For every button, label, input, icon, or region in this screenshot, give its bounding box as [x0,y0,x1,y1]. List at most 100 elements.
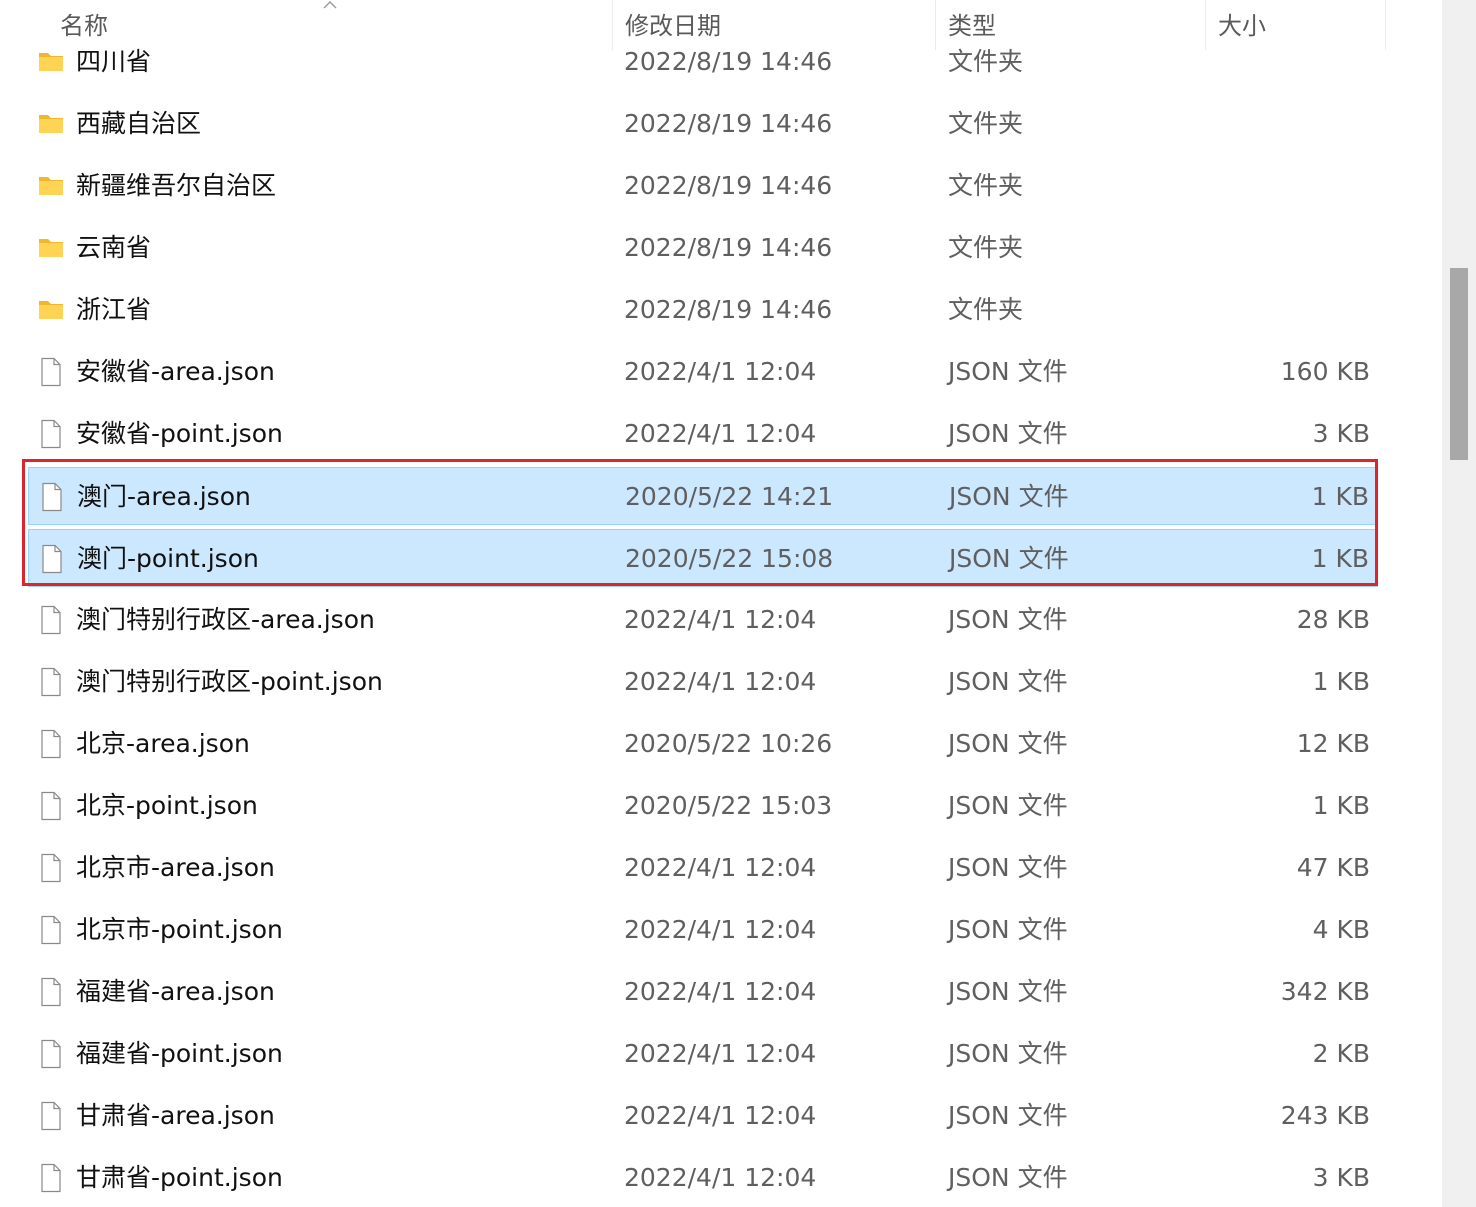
file-date: 2022/4/1 12:04 [624,419,817,448]
file-date: 2022/8/19 14:46 [624,295,833,324]
column-header-type[interactable]: 类型 [935,0,1205,50]
file-date: 2022/4/1 12:04 [624,1039,817,1068]
column-header-date[interactable]: 修改日期 [612,0,935,50]
file-row[interactable]: 北京市-point.json 2022/4/1 12:04 JSON 文件 4 KB [28,901,1378,959]
file-size: 3 KB [1312,419,1370,448]
file-name: 福建省-area.json [76,977,275,1006]
file-row[interactable]: 北京市-area.json 2022/4/1 12:04 JSON 文件 47 KB [28,839,1378,897]
file-size: 28 KB [1296,605,1370,634]
file-row[interactable]: 澳门-point.json 2020/5/22 15:08 JSON 文件 1 KB [28,529,1378,587]
file-date: 2020/5/22 15:08 [625,544,834,573]
file-name: 云南省 [76,233,152,262]
file-row[interactable]: 北京-point.json 2020/5/22 15:03 JSON 文件 1 KB [28,777,1378,835]
file-type: JSON 文件 [948,729,1068,758]
folder-row[interactable]: 新疆维吾尔自治区 2022/8/19 14:46 文件夹 [28,157,1378,215]
file-date: 2022/8/19 14:46 [624,233,833,262]
folder-icon [39,239,63,257]
column-header: 名称 修改日期 类型 大小 [0,0,1386,50]
file-type: JSON 文件 [948,1101,1068,1130]
folder-icon [39,115,63,133]
folder-icon [39,177,63,195]
file-date: 2022/4/1 12:04 [624,1101,817,1130]
file-size: 12 KB [1296,729,1370,758]
file-name: 福建省-point.json [76,1039,283,1068]
file-type: JSON 文件 [949,482,1069,511]
file-date: 2022/4/1 12:04 [624,915,817,944]
sort-ascending-icon [323,1,337,9]
file-size: 160 KB [1280,357,1370,386]
folder-icon [39,301,63,319]
file-type: 文件夹 [948,109,1024,138]
file-name: 安徽省-area.json [76,357,275,386]
scrollbar-thumb[interactable] [1450,268,1468,460]
file-type: JSON 文件 [948,853,1068,882]
file-size: 1 KB [1311,482,1369,511]
file-name: 新疆维吾尔自治区 [76,171,277,200]
file-type: JSON 文件 [948,667,1068,696]
file-icon [41,1101,61,1131]
file-size: 1 KB [1312,791,1370,820]
file-type: 文件夹 [948,295,1024,324]
file-icon [41,729,61,759]
file-date: 2022/4/1 12:04 [624,605,817,634]
file-type: JSON 文件 [948,357,1068,386]
file-row[interactable]: 福建省-point.json 2022/4/1 12:04 JSON 文件 2 KB [28,1025,1378,1083]
file-name: 甘肃省-area.json [76,1101,275,1130]
file-name: 北京-point.json [76,791,258,820]
file-name: 北京市-area.json [76,853,275,882]
file-icon [41,357,61,387]
file-icon [41,419,61,449]
file-type: 文件夹 [948,233,1024,262]
file-size: 3 KB [1312,1163,1370,1192]
file-icon [41,667,61,697]
file-size: 47 KB [1296,853,1370,882]
file-name: 安徽省-point.json [76,419,283,448]
file-row[interactable]: 甘肃省-area.json 2022/4/1 12:04 JSON 文件 243 KB [28,1087,1378,1145]
file-type: JSON 文件 [948,1039,1068,1068]
file-row[interactable]: 福建省-area.json 2022/4/1 12:04 JSON 文件 342 KB [28,963,1378,1021]
vertical-scrollbar[interactable] [1442,0,1476,1207]
file-name: 北京市-point.json [76,915,283,944]
file-type: JSON 文件 [948,1163,1068,1192]
file-name: 浙江省 [76,295,152,324]
file-date: 2022/4/1 12:04 [624,853,817,882]
file-date: 2022/8/19 14:46 [624,171,833,200]
file-row[interactable]: 北京-area.json 2020/5/22 10:26 JSON 文件 12 KB [28,715,1378,773]
file-date: 2022/8/19 14:46 [624,109,833,138]
file-size: 243 KB [1280,1101,1370,1130]
file-icon [41,791,61,821]
file-size: 1 KB [1311,544,1369,573]
folder-row[interactable]: 浙江省 2022/8/19 14:46 文件夹 [28,281,1378,339]
file-date: 2020/5/22 10:26 [624,729,833,758]
file-type: JSON 文件 [948,419,1068,448]
column-header-size[interactable]: 大小 [1205,0,1386,50]
file-icon [41,915,61,945]
file-icon [41,977,61,1007]
file-size: 342 KB [1280,977,1370,1006]
file-list: 四川省 2022/8/19 14:46 文件夹 西藏自治区 2022/8/19 14:4… [0,0,1442,1207]
folder-icon [39,53,63,71]
file-date: 2020/5/22 15:03 [624,791,833,820]
file-row[interactable]: 澳门-area.json 2020/5/22 14:21 JSON 文件 1 KB [28,467,1378,525]
file-row[interactable]: 澳门特别行政区-point.json 2022/4/1 12:04 JSON 文件 1… [28,653,1378,711]
file-name: 甘肃省-point.json [76,1163,283,1192]
file-row[interactable]: 澳门特别行政区-area.json 2022/4/1 12:04 JSON 文件 28… [28,591,1378,649]
file-date: 2022/4/1 12:04 [624,1163,817,1192]
file-icon [42,544,62,574]
file-row[interactable]: 安徽省-point.json 2022/4/1 12:04 JSON 文件 3 KB [28,405,1378,463]
file-row[interactable]: 甘肃省-point.json 2022/4/1 12:04 JSON 文件 3 KB [28,1149,1378,1207]
file-size: 4 KB [1312,915,1370,944]
file-date: 2020/5/22 14:21 [625,482,834,511]
file-type: 文件夹 [948,171,1024,200]
file-date: 2022/4/1 12:04 [624,667,817,696]
file-size: 2 KB [1312,1039,1370,1068]
folder-row[interactable]: 西藏自治区 2022/8/19 14:46 文件夹 [28,95,1378,153]
file-date: 2022/4/1 12:04 [624,977,817,1006]
file-type: JSON 文件 [948,977,1068,1006]
folder-row[interactable]: 云南省 2022/8/19 14:46 文件夹 [28,219,1378,277]
file-row[interactable]: 安徽省-area.json 2022/4/1 12:04 JSON 文件 160 KB [28,343,1378,401]
file-size: 1 KB [1312,667,1370,696]
file-name: 北京-area.json [76,729,250,758]
file-icon [42,482,62,512]
file-name: 西藏自治区 [76,109,202,138]
